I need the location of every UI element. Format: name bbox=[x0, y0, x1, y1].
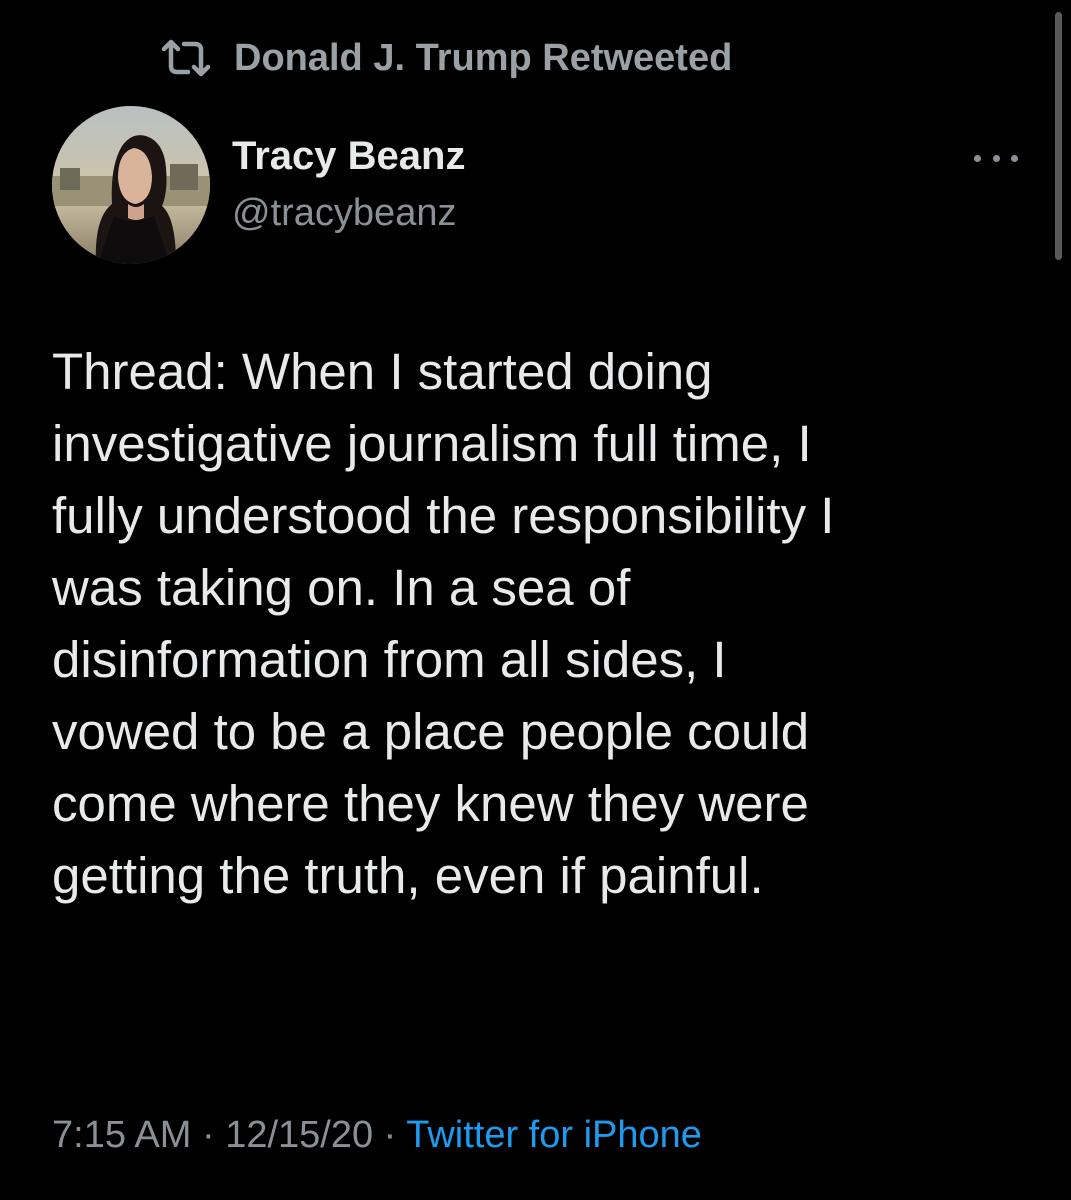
separator: · bbox=[373, 1114, 407, 1156]
more-options-icon[interactable] bbox=[974, 146, 1018, 170]
author-handle[interactable]: @tracybeanz bbox=[232, 192, 456, 235]
tweet-meta: 7:15 AM · 12/15/20 · Twitter for iPhone bbox=[52, 1114, 702, 1157]
tweet-text: Thread: When I started doing investigati… bbox=[52, 343, 835, 904]
dot bbox=[1011, 154, 1018, 162]
dot bbox=[992, 154, 1000, 162]
tweet-source-link[interactable]: Twitter for iPhone bbox=[406, 1114, 702, 1156]
retweet-header[interactable]: Donald J. Trump Retweeted bbox=[160, 34, 732, 82]
author-name[interactable]: Tracy Beanz bbox=[232, 134, 465, 179]
dot bbox=[974, 154, 981, 162]
avatar[interactable] bbox=[52, 106, 210, 264]
separator: · bbox=[191, 1114, 226, 1156]
retweet-label: Donald J. Trump Retweeted bbox=[234, 36, 733, 79]
scrollbar[interactable] bbox=[1055, 12, 1062, 260]
retweet-icon bbox=[160, 38, 212, 78]
tweet-date[interactable]: 12/15/20 bbox=[225, 1114, 373, 1156]
tweet-time[interactable]: 7:15 AM bbox=[52, 1114, 191, 1156]
